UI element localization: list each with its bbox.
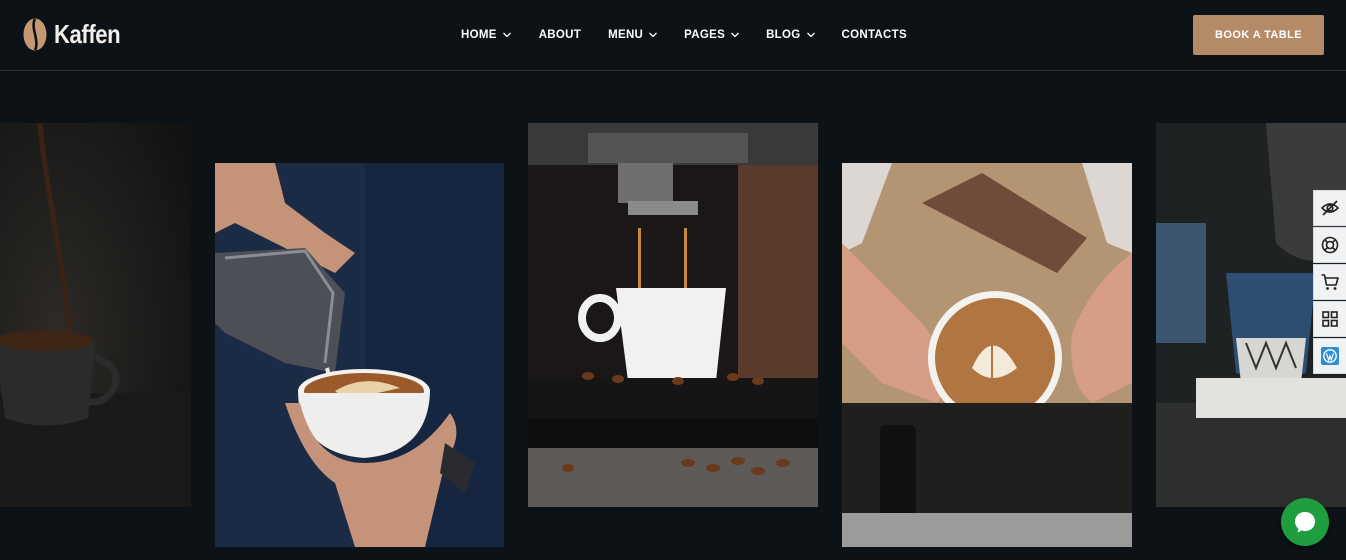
- brand-name: Kaffen: [54, 19, 121, 49]
- side-tool-cart[interactable]: [1313, 264, 1346, 300]
- nav-home-label: HOME: [461, 29, 497, 41]
- nav-item-blog[interactable]: BLOG: [766, 29, 815, 41]
- nav-blog-label: BLOG: [766, 29, 801, 41]
- nav-contacts-label: CONTACTS: [841, 29, 907, 41]
- grid-icon: [1322, 311, 1338, 327]
- gallery-image-coffee-pour-dark[interactable]: [0, 123, 191, 507]
- logo[interactable]: Kaffen: [22, 17, 132, 52]
- side-tool-support[interactable]: [1313, 227, 1346, 263]
- lifebuoy-icon: [1321, 236, 1339, 254]
- side-tool-demos[interactable]: [1313, 301, 1346, 337]
- nav-menu-label: MENU: [608, 29, 644, 41]
- chevron-down-icon: [502, 32, 511, 38]
- nav-item-pages[interactable]: PAGES: [684, 29, 740, 41]
- book-a-table-button[interactable]: BOOK A TABLE: [1193, 15, 1324, 55]
- coffee-pour-photo: [0, 123, 191, 507]
- eye-off-icon: [1320, 200, 1340, 216]
- gallery-image-barista-latte[interactable]: [842, 163, 1132, 547]
- chat-button[interactable]: [1281, 498, 1329, 546]
- nav-item-home[interactable]: HOME: [461, 29, 512, 41]
- nav-item-contacts[interactable]: CONTACTS: [842, 29, 907, 41]
- side-tool-wordpress[interactable]: [1313, 338, 1346, 374]
- gallery-image-espresso-machine[interactable]: [528, 123, 818, 507]
- main-nav: HOME ABOUT MENU PAGES BLOG CONTACTS: [461, 27, 907, 43]
- chevron-down-icon: [806, 32, 815, 38]
- chevron-down-icon: [649, 32, 658, 38]
- espresso-machine-photo: [528, 123, 818, 507]
- side-toolbar: [1313, 190, 1346, 375]
- latte-art-photo: [215, 163, 504, 547]
- chevron-down-icon: [731, 32, 740, 38]
- cart-icon: [1321, 274, 1339, 290]
- nav-pages-label: PAGES: [684, 29, 726, 41]
- coffee-bean-icon: [23, 18, 47, 51]
- wordpress-icon: [1321, 347, 1339, 365]
- gallery-image-latte-art-pour[interactable]: [215, 163, 504, 547]
- side-tool-hide[interactable]: [1313, 190, 1346, 226]
- nav-item-menu[interactable]: MENU: [608, 29, 658, 41]
- nav-about-label: ABOUT: [538, 29, 582, 41]
- site-header: Kaffen HOME ABOUT MENU PAGES BLOG CONTAC…: [0, 0, 1346, 71]
- nav-item-about[interactable]: ABOUT: [539, 29, 581, 41]
- barista-latte-photo: [842, 163, 1132, 547]
- chat-bubble-icon: [1295, 512, 1315, 533]
